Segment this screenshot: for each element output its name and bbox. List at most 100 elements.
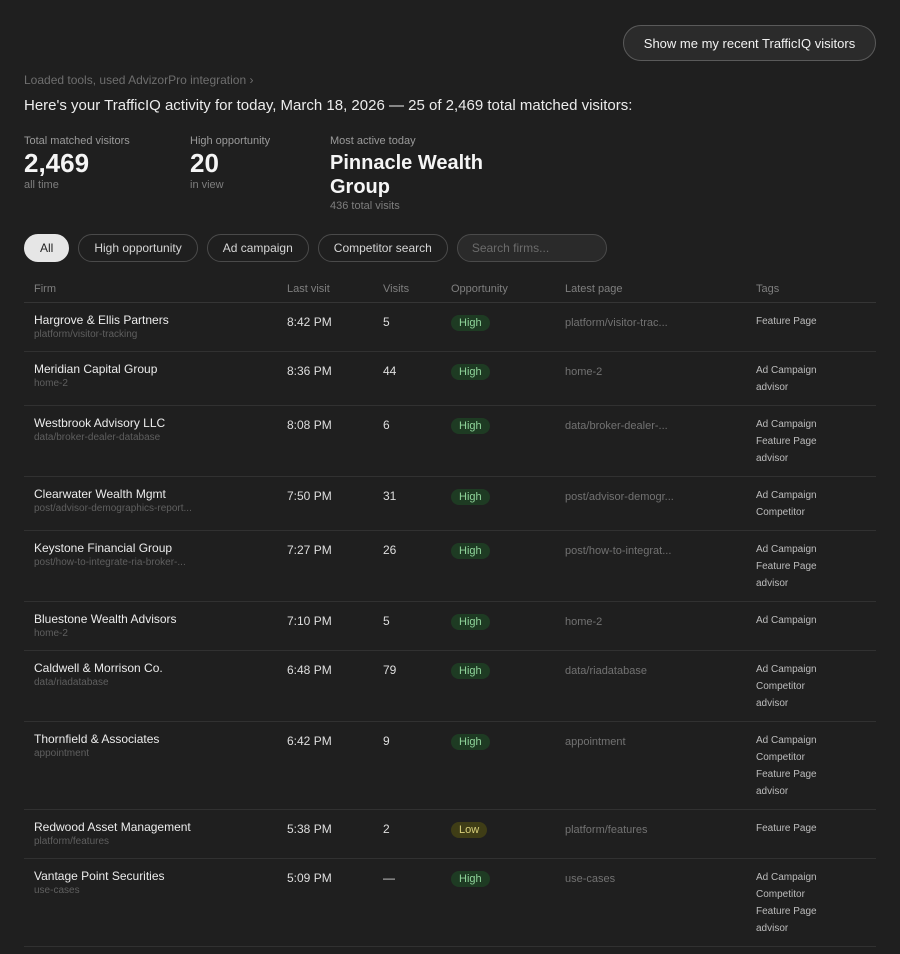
visits-cell: 31 [383, 477, 451, 530]
firm-name[interactable]: Thornfield & Associates [34, 732, 287, 746]
table-row[interactable]: Clearwater Wealth Mgmt post/advisor-demo… [24, 477, 876, 531]
opportunity-cell: High [451, 722, 565, 809]
latest-page: platform/features [565, 824, 648, 836]
opportunity-badge: High [451, 663, 490, 679]
firm-name[interactable]: Meridian Capital Group [34, 362, 287, 376]
table-row[interactable]: Hargrove & Ellis Partners platform/visit… [24, 303, 876, 352]
col-opportunity: Opportunity [451, 283, 508, 295]
opportunity-cell: High [451, 477, 565, 530]
search-firms-input[interactable] [456, 234, 607, 262]
opportunity-cell: High [451, 651, 565, 721]
tags-cell: Ad Campaign advisor [756, 352, 876, 405]
firm-path: home-2 [34, 628, 68, 639]
tag-label: Competitor [756, 681, 805, 692]
tag-label: Ad Campaign [756, 615, 817, 626]
table-row[interactable]: Caldwell & Morrison Co. data/riadatabase… [24, 651, 876, 722]
col-visits: Visits [383, 283, 410, 295]
tags-cell: Ad Campaign [756, 602, 876, 650]
last-visit: 6:42 PM [287, 734, 332, 748]
firm-name[interactable]: Clearwater Wealth Mgmt [34, 487, 287, 501]
firm-path: platform/features [34, 836, 110, 847]
opportunity-badge: High [451, 418, 490, 434]
tags-cell: Ad Campaign Competitor Feature Page advisor [756, 722, 876, 809]
tags-cell: Ad Campaign Competitor advisor [756, 651, 876, 721]
filter-all[interactable]: All [24, 234, 70, 262]
filter-bar: All High opportunity Ad campaign Competi… [24, 234, 607, 262]
visit-count: 6 [383, 418, 390, 432]
tags-cell: Ad Campaign Feature Page advisor [756, 531, 876, 601]
table-row[interactable]: Bluestone Wealth Advisors home-2 7:10 PM… [24, 602, 876, 651]
firm-cell: Keystone Financial Group post/how-to-int… [24, 531, 287, 601]
col-last-visit: Last visit [287, 283, 330, 295]
tag-label: advisor [756, 923, 789, 934]
tag-label: Ad Campaign [756, 419, 817, 430]
stat-total-visitors: Total matched visitors 2,469 all time [24, 134, 130, 192]
tag-label: Feature Page [756, 436, 817, 447]
table-row[interactable]: Keystone Financial Group post/how-to-int… [24, 531, 876, 602]
col-tags: Tags [756, 283, 780, 295]
latest-page-cell: appointment [565, 722, 756, 809]
visit-count: 5 [383, 614, 390, 628]
stat-label: Total matched visitors [24, 135, 130, 147]
tag-label: Competitor [756, 507, 805, 518]
last-visit-cell: 6:48 PM [287, 651, 383, 721]
firm-cell: Redwood Asset Management platform/featur… [24, 810, 287, 858]
opportunity-badge: High [451, 734, 490, 750]
firm-path: post/how-to-integrate-ria-broker-... [34, 557, 186, 568]
last-visit-cell: 7:27 PM [287, 531, 383, 601]
firm-name[interactable]: Keystone Financial Group [34, 541, 287, 555]
table-row[interactable]: Meridian Capital Group home-2 8:36 PM 44… [24, 352, 876, 406]
stat-value: 2,469 [24, 148, 90, 178]
table-row[interactable]: Thornfield & Associates appointment 6:42… [24, 722, 876, 810]
last-visit: 8:08 PM [287, 418, 332, 432]
firm-name[interactable]: Westbrook Advisory LLC [34, 416, 287, 430]
visit-count: 44 [383, 364, 397, 378]
opportunity-cell: High [451, 602, 565, 650]
firm-name[interactable]: Vantage Point Securities [34, 869, 287, 883]
firm-name[interactable]: Bluestone Wealth Advisors [34, 612, 287, 626]
opportunity-badge: High [451, 614, 490, 630]
stat-value: 20 [190, 148, 219, 178]
firm-name[interactable]: Hargrove & Ellis Partners [34, 313, 287, 327]
visit-count: 26 [383, 543, 397, 557]
stat-value: Pinnacle Wealth Group [330, 152, 484, 198]
latest-page: post/advisor-demogr... [565, 491, 674, 503]
firm-path: home-2 [34, 378, 68, 389]
stat-label: Most active today [330, 135, 416, 147]
visits-cell: 5 [383, 303, 451, 351]
firm-cell: Meridian Capital Group home-2 [24, 352, 287, 405]
firm-path: post/advisor-demographics-report... [34, 503, 192, 514]
table-row[interactable]: Vantage Point Securities use-cases 5:09 … [24, 859, 876, 947]
latest-page: home-2 [565, 366, 603, 378]
tags-cell: Ad Campaign Feature Page advisor [756, 406, 876, 476]
firm-name[interactable]: Redwood Asset Management [34, 820, 287, 834]
tag-label: advisor [756, 578, 789, 589]
last-visit: 7:10 PM [287, 614, 332, 628]
filter-competitor-search[interactable]: Competitor search [317, 234, 448, 262]
table-row[interactable]: Westbrook Advisory LLC data/broker-deale… [24, 406, 876, 477]
filter-high-opportunity[interactable]: High opportunity [78, 234, 198, 262]
last-visit-cell: 7:10 PM [287, 602, 383, 650]
opportunity-badge: Low [451, 822, 488, 838]
opportunity-badge: High [451, 364, 490, 380]
firm-name[interactable]: Caldwell & Morrison Co. [34, 661, 287, 675]
stat-label: High opportunity [190, 135, 271, 147]
opportunity-cell: High [451, 352, 565, 405]
tag-label: Ad Campaign [756, 544, 817, 555]
firm-path: use-cases [34, 885, 80, 896]
show-recent-visitors-button[interactable]: Show me my recent TrafficIQ visitors [623, 25, 876, 61]
latest-page-cell: post/how-to-integrat... [565, 531, 756, 601]
tags-cell: Ad Campaign Competitor Feature Page advisor [756, 859, 876, 946]
latest-page-cell: platform/features [565, 810, 756, 858]
latest-page-cell: platform/visitor-trac... [565, 303, 756, 351]
filter-ad-campaign[interactable]: Ad campaign [206, 234, 309, 262]
latest-page: appointment [565, 736, 626, 748]
tags-cell: Ad Campaign Competitor [756, 477, 876, 530]
tag-label: Ad Campaign [756, 664, 817, 675]
visit-count: 5 [383, 315, 390, 329]
breadcrumb[interactable]: Loaded tools, used AdvizorPro integratio… [24, 73, 253, 87]
last-visit-cell: 8:36 PM [287, 352, 383, 405]
tag-label: Feature Page [756, 316, 817, 327]
tag-label: advisor [756, 382, 789, 393]
table-row[interactable]: Redwood Asset Management platform/featur… [24, 810, 876, 859]
